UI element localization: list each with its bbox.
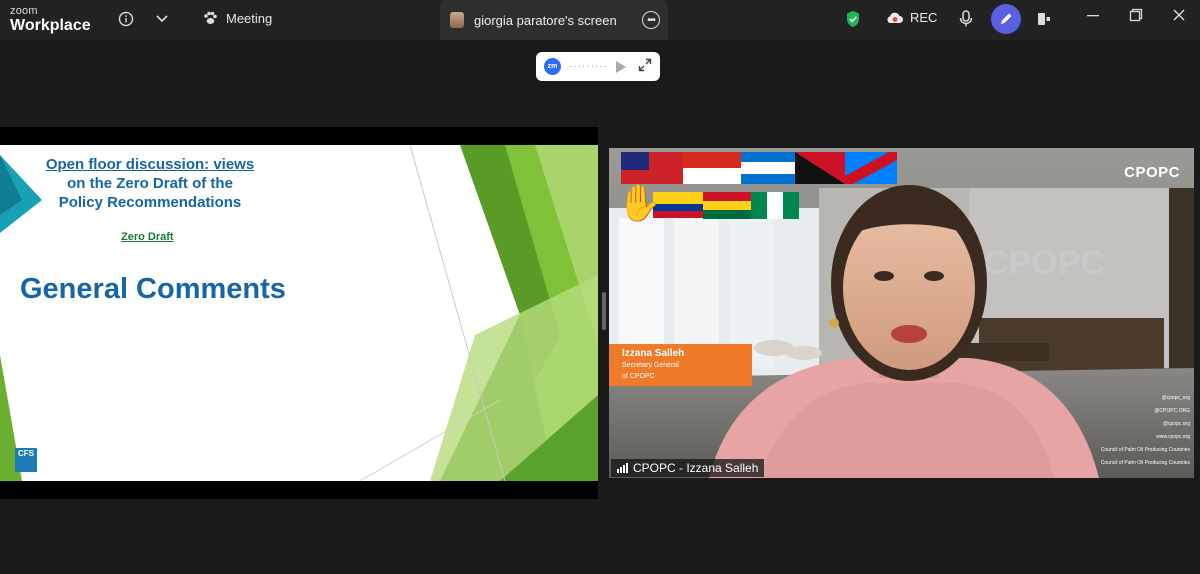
participant-video[interactable]: ✋ CPOPC CPOPC Izzana Salleh Secretary Ge…	[609, 148, 1194, 478]
participant-name-tag: CPOPC - Izzana Salleh	[611, 459, 765, 477]
participant-label: CPOPC - Izzana Salleh	[633, 461, 759, 475]
lower-third-role-1: Secretary General	[622, 362, 679, 369]
raised-hand-icon: ✋	[617, 182, 662, 223]
zoom-badge-icon: zm	[544, 58, 561, 75]
social-handle: www.cpopc.org	[1156, 434, 1190, 440]
play-icon[interactable]	[615, 60, 626, 73]
zoom-logo: zoom Workplace	[10, 6, 91, 34]
microphone-icon[interactable]	[955, 8, 977, 30]
zero-draft-link[interactable]: Zero Draft	[121, 231, 174, 243]
social-handle: @cpopc.org	[1162, 421, 1190, 427]
chevron-down-icon[interactable]	[151, 8, 173, 30]
meeting-label: Meeting	[226, 10, 273, 26]
cloud-record-icon	[887, 12, 903, 23]
layout-icon[interactable]	[1033, 8, 1055, 30]
drag-handle[interactable]: ·········	[569, 61, 608, 72]
panel-resize-handle[interactable]	[602, 292, 606, 330]
lower-third-role-2: of CPOPC	[622, 373, 655, 380]
social-handle: @cpopc_org	[1161, 395, 1190, 401]
close-icon[interactable]	[1167, 8, 1191, 27]
shared-screen[interactable]: Open floor discussion: views on the Zero…	[0, 127, 598, 499]
lower-third: Izzana Salleh Secretary General of CPOPC	[609, 344, 752, 386]
lower-third-name: Izzana Salleh	[622, 348, 685, 359]
rec-label: REC	[910, 10, 938, 25]
wall-logo: CPOPC	[984, 244, 1105, 282]
cpopc-logo: CPOPC	[1124, 164, 1180, 181]
restore-icon[interactable]	[1124, 8, 1148, 27]
logo-line1: zoom	[10, 5, 38, 17]
more-options-icon[interactable]: •••	[642, 11, 660, 29]
annotate-pen-icon[interactable]	[991, 4, 1021, 34]
share-tab[interactable]: giorgia paratore's screen •••	[440, 0, 668, 40]
presentation-slide: Open floor discussion: views on the Zero…	[0, 145, 598, 481]
expand-icon[interactable]	[638, 58, 652, 75]
slide-heading: General Comments	[20, 273, 286, 305]
recording-indicator[interactable]: REC	[886, 10, 937, 25]
social-handle: @CPOPC.ORG	[1154, 408, 1190, 414]
social-handle: Council of Palm Oil Producing Countries	[1100, 447, 1190, 453]
share-floating-control[interactable]: zm ·········	[536, 52, 660, 81]
info-icon[interactable]	[115, 8, 137, 30]
signal-strength-icon	[617, 463, 628, 473]
share-tab-label: giorgia paratore's screen	[474, 12, 617, 28]
minimize-icon[interactable]	[1081, 8, 1105, 27]
logo-line2: Workplace	[10, 17, 91, 34]
meeting-tab[interactable]: Meeting	[202, 10, 272, 26]
slide-title-line2: on the Zero Draft of the	[67, 175, 233, 192]
cfs-logo: CFS	[15, 448, 37, 472]
shield-icon[interactable]	[842, 8, 864, 30]
top-bar: zoom Workplace Meeting giorgia paratore'…	[0, 0, 1200, 40]
slide-title-line3: Policy Recommendations	[58, 194, 242, 211]
slide-title-line1: Open floor discussion: views	[45, 156, 255, 173]
slide-title: Open floor discussion: views on the Zero…	[40, 155, 260, 212]
paw-icon	[204, 11, 217, 24]
social-handles: @cpopc_org @CPOPC.ORG @cpopc.org www.cpo…	[1101, 392, 1190, 470]
social-handle: Council of Palm Oil Producing Countries	[1100, 460, 1190, 466]
avatar	[450, 12, 464, 28]
